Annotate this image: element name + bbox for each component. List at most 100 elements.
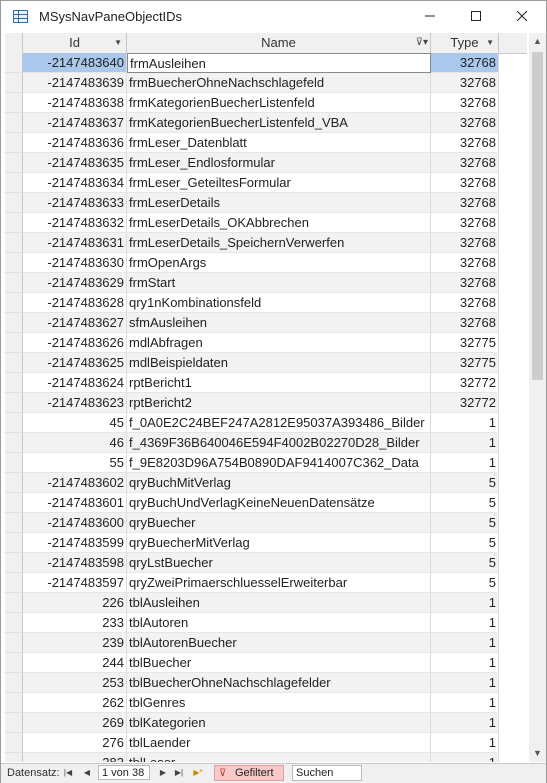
- row-selector[interactable]: [5, 173, 23, 193]
- table-row[interactable]: 269 tblKategorien 1: [5, 713, 527, 733]
- cell-type[interactable]: 32772: [431, 373, 499, 393]
- row-selector[interactable]: [5, 553, 23, 573]
- cell-id[interactable]: 226: [23, 593, 127, 613]
- cell-id[interactable]: -2147483637: [23, 113, 127, 133]
- row-selector[interactable]: [5, 153, 23, 173]
- cell-id[interactable]: 262: [23, 693, 127, 713]
- cell-id[interactable]: -2147483626: [23, 333, 127, 353]
- row-selector[interactable]: [5, 93, 23, 113]
- table-row[interactable]: -2147483600 qryBuecher 5: [5, 513, 527, 533]
- minimize-button[interactable]: [407, 1, 453, 33]
- row-selector[interactable]: [5, 453, 23, 473]
- cell-type[interactable]: 1: [431, 713, 499, 733]
- cell-name[interactable]: frmLeser_Datenblatt: [127, 133, 431, 153]
- cell-id[interactable]: -2147483629: [23, 273, 127, 293]
- cell-type[interactable]: 1: [431, 673, 499, 693]
- table-row[interactable]: -2147483634 frmLeser_GeteiltesFormular 327…: [5, 173, 527, 193]
- cell-id[interactable]: -2147483632: [23, 213, 127, 233]
- row-selector[interactable]: [5, 353, 23, 373]
- row-selector[interactable]: [5, 193, 23, 213]
- row-selector[interactable]: [5, 753, 23, 762]
- table-row[interactable]: 226 tblAusleihen 1: [5, 593, 527, 613]
- cell-id[interactable]: -2147483599: [23, 533, 127, 553]
- previous-record-icon[interactable]: ◀: [81, 766, 93, 780]
- cell-type[interactable]: 32768: [431, 153, 499, 173]
- row-selector[interactable]: [5, 73, 23, 93]
- cell-name[interactable]: frmStart: [127, 273, 431, 293]
- table-row[interactable]: 283tblLeser1: [5, 753, 527, 762]
- row-selector[interactable]: [5, 633, 23, 653]
- row-selector[interactable]: [5, 613, 23, 633]
- cell-name[interactable]: qryBuchMitVerlag: [127, 473, 431, 493]
- cell-type[interactable]: 1: [431, 693, 499, 713]
- column-header-type[interactable]: Type ▼: [431, 33, 499, 53]
- table-row[interactable]: -2147483599 qryBuecherMitVerlag 5: [5, 533, 527, 553]
- cell-name[interactable]: qryBuchUndVerlagKeineNeuenDatensätze: [127, 493, 431, 513]
- chevron-down-icon[interactable]: ▼: [486, 33, 494, 53]
- table-row[interactable]: 233 tblAutoren 1: [5, 613, 527, 633]
- filter-toggle-button[interactable]: ⊽ Gefiltert: [214, 765, 284, 781]
- cell-type[interactable]: 1: [431, 733, 499, 753]
- cell-name[interactable]: frmOpenArgs: [127, 253, 431, 273]
- cell-type[interactable]: 1: [431, 633, 499, 653]
- cell-type[interactable]: 32768: [431, 233, 499, 253]
- select-all-corner[interactable]: [5, 33, 23, 53]
- cell-name[interactable]: f_9E8203D96A754B0890DAF9414007C362_Data: [127, 453, 431, 473]
- cell-type[interactable]: 1: [431, 653, 499, 673]
- row-selector[interactable]: [5, 253, 23, 273]
- cell-name[interactable]: tblAusleihen: [127, 593, 431, 613]
- table-row[interactable]: -2147483636 frmLeser_Datenblatt 32768: [5, 133, 527, 153]
- cell-type[interactable]: 1: [431, 613, 499, 633]
- cell-type[interactable]: 32775: [431, 333, 499, 353]
- table-row[interactable]: 55 f_9E8203D96A754B0890DAF9414007C362_Dat…: [5, 453, 527, 473]
- table-row[interactable]: -2147483598 qryLstBuecher 5: [5, 553, 527, 573]
- cell-name[interactable]: frmLeserDetails_SpeichernVerwerfen: [127, 233, 431, 253]
- table-row[interactable]: 46 f_4369F36B640046E594F4002B02270D28_Bil…: [5, 433, 527, 453]
- cell-type[interactable]: 5: [431, 473, 499, 493]
- cell-id[interactable]: -2147483640: [23, 53, 127, 73]
- table-row[interactable]: -2147483623 rptBericht2 32772: [5, 393, 527, 413]
- row-selector[interactable]: [5, 693, 23, 713]
- cell-id[interactable]: -2147483638: [23, 93, 127, 113]
- cell-id[interactable]: -2147483625: [23, 353, 127, 373]
- column-header-name[interactable]: Name ⊽▾: [127, 33, 431, 53]
- row-selector[interactable]: [5, 113, 23, 133]
- cell-name[interactable]: tblLaender: [127, 733, 431, 753]
- cell-type[interactable]: 32768: [431, 193, 499, 213]
- cell-type[interactable]: 32775: [431, 353, 499, 373]
- cell-name[interactable]: rptBericht2: [127, 393, 431, 413]
- cell-id[interactable]: 276: [23, 733, 127, 753]
- cell-id[interactable]: -2147483628: [23, 293, 127, 313]
- table-row[interactable]: -2147483597 qryZweiPrimaerschluesselErwei…: [5, 573, 527, 593]
- table-row[interactable]: -2147483627 sfmAusleihen 32768: [5, 313, 527, 333]
- cell-id[interactable]: 283: [23, 753, 127, 762]
- next-record-icon[interactable]: ▶: [157, 766, 169, 780]
- row-selector[interactable]: [5, 373, 23, 393]
- table-row[interactable]: -2147483633 frmLeserDetails 32768: [5, 193, 527, 213]
- row-selector[interactable]: [5, 333, 23, 353]
- cell-name[interactable]: frmBuecherOhneNachschlagefeld: [127, 73, 431, 93]
- cell-name[interactable]: qryZweiPrimaerschluesselErweiterbar: [127, 573, 431, 593]
- cell-id[interactable]: -2147483597: [23, 573, 127, 593]
- cell-name[interactable]: f_0A0E2C24BEF247A2812E95037A393486_Bilde…: [127, 413, 431, 433]
- table-row[interactable]: -2147483635 frmLeser_Endlosformular 32768: [5, 153, 527, 173]
- row-selector[interactable]: [5, 53, 23, 73]
- cell-id[interactable]: -2147483601: [23, 493, 127, 513]
- row-selector[interactable]: [5, 573, 23, 593]
- maximize-button[interactable]: [453, 1, 499, 33]
- cell-id[interactable]: -2147483639: [23, 73, 127, 93]
- row-selector[interactable]: [5, 293, 23, 313]
- cell-id[interactable]: -2147483600: [23, 513, 127, 533]
- cell-name[interactable]: frmLeserDetails: [127, 193, 431, 213]
- cell-name[interactable]: frmKategorienBuecherListenfeld_VBA: [127, 113, 431, 133]
- cell-name[interactable]: f_4369F36B640046E594F4002B02270D28_Bilde…: [127, 433, 431, 453]
- cell-id[interactable]: 239: [23, 633, 127, 653]
- cell-name[interactable]: frmAusleihen: [127, 53, 431, 73]
- cell-id[interactable]: 45: [23, 413, 127, 433]
- row-selector[interactable]: [5, 673, 23, 693]
- cell-id[interactable]: -2147483636: [23, 133, 127, 153]
- cell-type[interactable]: 32768: [431, 53, 499, 73]
- cell-name[interactable]: tblAutoren: [127, 613, 431, 633]
- cell-type[interactable]: 5: [431, 513, 499, 533]
- table-row[interactable]: 276 tblLaender 1: [5, 733, 527, 753]
